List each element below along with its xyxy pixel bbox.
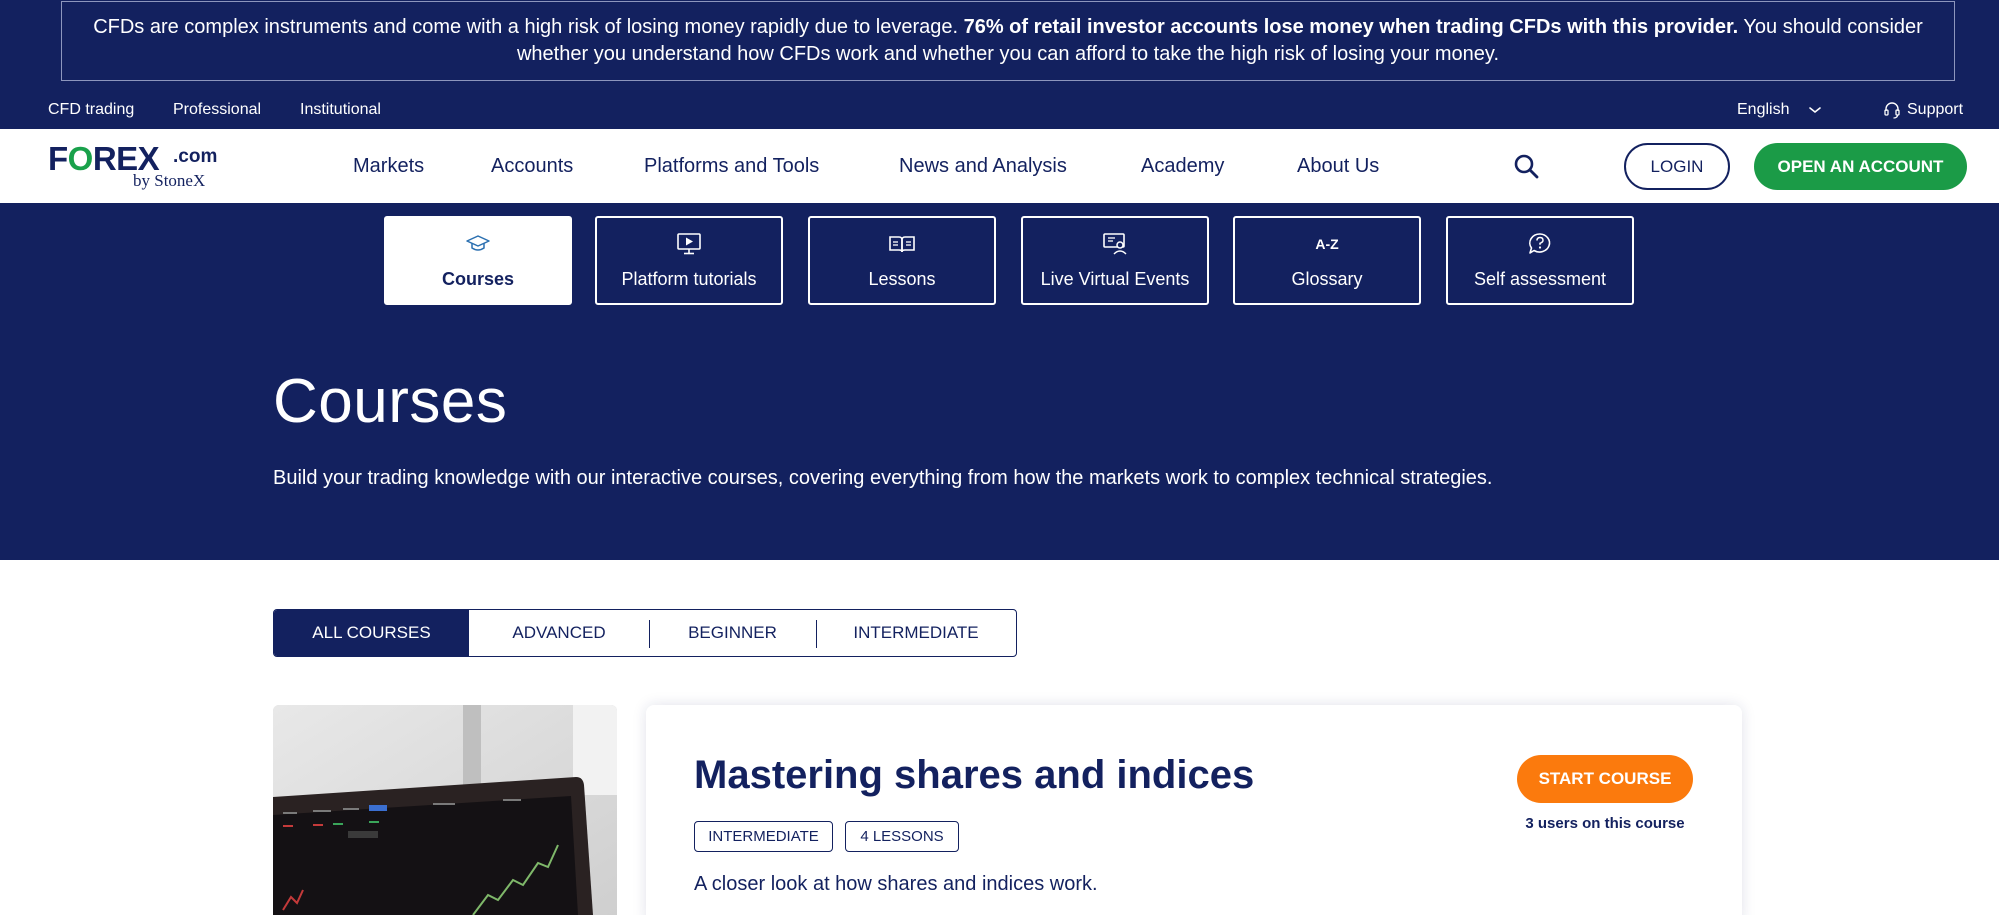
risk-warning-text: CFDs are complex instruments and come wi… [93, 16, 964, 38]
filter-all-courses[interactable]: ALL COURSES [274, 610, 469, 656]
chevron-down-icon[interactable] [1807, 102, 1823, 118]
language-selector[interactable]: English [1737, 101, 1789, 119]
course-description: A closer look at how shares and indices … [694, 873, 1098, 895]
tile-platform-tutorials[interactable]: Platform tutorials [595, 216, 783, 305]
tile-label: Courses [441, 269, 515, 289]
course-level-tag: INTERMEDIATE [694, 821, 833, 852]
nav-news-and-analysis[interactable]: News and Analysis [899, 155, 1067, 178]
forex-logo[interactable]: FOREX .com by StoneX [48, 140, 228, 194]
filter-intermediate[interactable]: INTERMEDIATE [816, 610, 1016, 656]
nav-about-us[interactable]: About Us [1297, 155, 1379, 178]
logo-domain: .com [173, 146, 218, 167]
course-lessons-tag: 4 LESSONS [845, 821, 959, 852]
course-filter-tabs: ALL COURSES ADVANCED BEGINNER INTERMEDIA… [273, 609, 1017, 657]
support-link[interactable]: Support [1907, 101, 1963, 119]
risk-warning-bold: 76% of retail investor accounts lose mon… [963, 16, 1739, 38]
presenter-screen-icon [1101, 231, 1129, 257]
course-users-count: 3 users on this course [1525, 815, 1685, 832]
tile-label: Glossary [1291, 269, 1363, 289]
nav-platforms-and-tools[interactable]: Platforms and Tools [644, 155, 819, 178]
course-title[interactable]: Mastering shares and indices [694, 753, 1254, 798]
tile-live-virtual-events[interactable]: Live Virtual Events [1021, 216, 1209, 305]
question-bubble-icon [1526, 231, 1554, 257]
risk-warning-banner: CFDs are complex instruments and come wi… [61, 1, 1955, 81]
course-thumbnail[interactable] [273, 705, 617, 915]
login-button[interactable]: LOGIN [1624, 143, 1730, 190]
open-account-button[interactable]: OPEN AN ACCOUNT [1754, 143, 1967, 190]
a-z-icon: A-Z [1315, 236, 1339, 252]
search-icon[interactable] [1512, 152, 1540, 180]
tile-label: Lessons [868, 269, 936, 289]
tile-lessons[interactable]: Lessons [808, 216, 996, 305]
nav-markets[interactable]: Markets [353, 155, 424, 178]
tab-divider [649, 620, 650, 648]
tile-label: Live Virtual Events [1040, 269, 1190, 289]
util-link-professional[interactable]: Professional [173, 101, 261, 119]
video-play-icon [675, 231, 703, 257]
open-book-icon [888, 231, 916, 257]
filter-beginner[interactable]: BEGINNER [649, 610, 816, 656]
filter-advanced[interactable]: ADVANCED [469, 610, 649, 656]
graduation-cap-icon [464, 231, 492, 257]
nav-accounts[interactable]: Accounts [491, 155, 573, 178]
util-link-institutional[interactable]: Institutional [300, 101, 381, 119]
tab-divider [816, 620, 817, 648]
tile-glossary[interactable]: A-Z Glossary [1233, 216, 1421, 305]
start-course-button[interactable]: START COURSE [1517, 755, 1693, 803]
logo-byline: by StoneX [133, 171, 206, 190]
tile-label: Self assessment [1473, 269, 1607, 289]
tile-self-assessment[interactable]: Self assessment [1446, 216, 1634, 305]
util-link-cfd-trading[interactable]: CFD trading [48, 101, 134, 119]
tile-label: Platform tutorials [621, 269, 757, 289]
tile-courses[interactable]: Courses [384, 216, 572, 305]
page-description: Build your trading knowledge with our in… [273, 467, 1493, 489]
nav-academy[interactable]: Academy [1141, 155, 1224, 178]
headset-icon [1884, 102, 1900, 119]
page-title: Courses [273, 367, 508, 436]
